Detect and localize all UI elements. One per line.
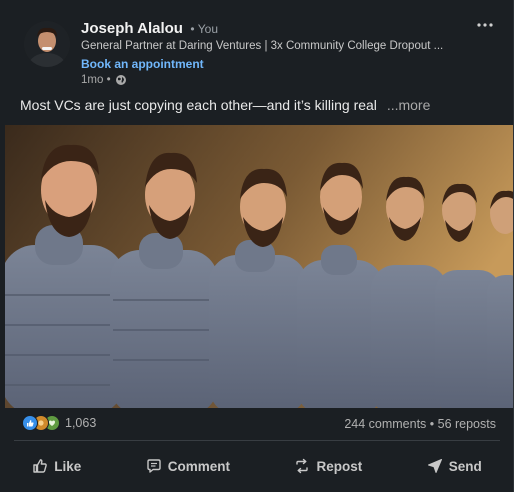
divider [14, 440, 500, 441]
author-name[interactable]: Joseph Alalou [81, 20, 183, 37]
avatar-photo-icon [24, 21, 70, 67]
action-bar: Like Comment Repost Send [0, 448, 514, 484]
see-more-link[interactable]: ...more [387, 97, 431, 113]
author-name-row: Joseph Alalou • You [81, 20, 218, 38]
repost-icon [296, 458, 309, 474]
more-options-button[interactable] [474, 14, 496, 36]
like-label: Like [54, 458, 82, 474]
comments-reposts-count[interactable]: 244 comments • 56 reposts [344, 417, 496, 431]
post-body: Most VCs are just copying each other—and… [20, 97, 377, 113]
post-text: Most VCs are just copying each other—and… [20, 97, 500, 113]
thumbs-up-icon [33, 459, 48, 473]
social-counts: 1,063 244 comments • 56 reposts [0, 412, 514, 436]
comment-label: Comment [167, 458, 230, 474]
repost-button[interactable]: Repost [286, 452, 370, 480]
send-icon [427, 459, 442, 473]
like-icon [22, 415, 38, 431]
send-label: Send [448, 458, 482, 474]
send-button[interactable]: Send [419, 452, 490, 480]
post-header: Joseph Alalou • You General Partner at D… [0, 0, 514, 100]
reactions-summary[interactable]: 1,063 [22, 415, 96, 431]
post-meta: 1mo • [81, 74, 127, 86]
comment-icon [147, 459, 161, 473]
globe-icon [115, 75, 126, 85]
feed-post-card: Joseph Alalou • You General Partner at D… [0, 0, 514, 492]
repost-label: Repost [316, 458, 363, 474]
comment-button[interactable]: Comment [138, 452, 238, 480]
book-appointment-link[interactable]: Book an appointment [81, 57, 204, 71]
illustration-clone-men-icon [5, 125, 513, 408]
more-horizontal-icon [477, 23, 493, 27]
post-image[interactable] [5, 125, 513, 408]
author-avatar[interactable] [24, 21, 70, 67]
like-button[interactable]: Like [24, 452, 89, 480]
reaction-count[interactable]: 1,063 [65, 416, 96, 430]
author-headline: General Partner at Daring Ventures | 3x … [81, 40, 444, 52]
post-timestamp: 1mo • [81, 74, 111, 86]
you-badge: • You [190, 22, 218, 36]
